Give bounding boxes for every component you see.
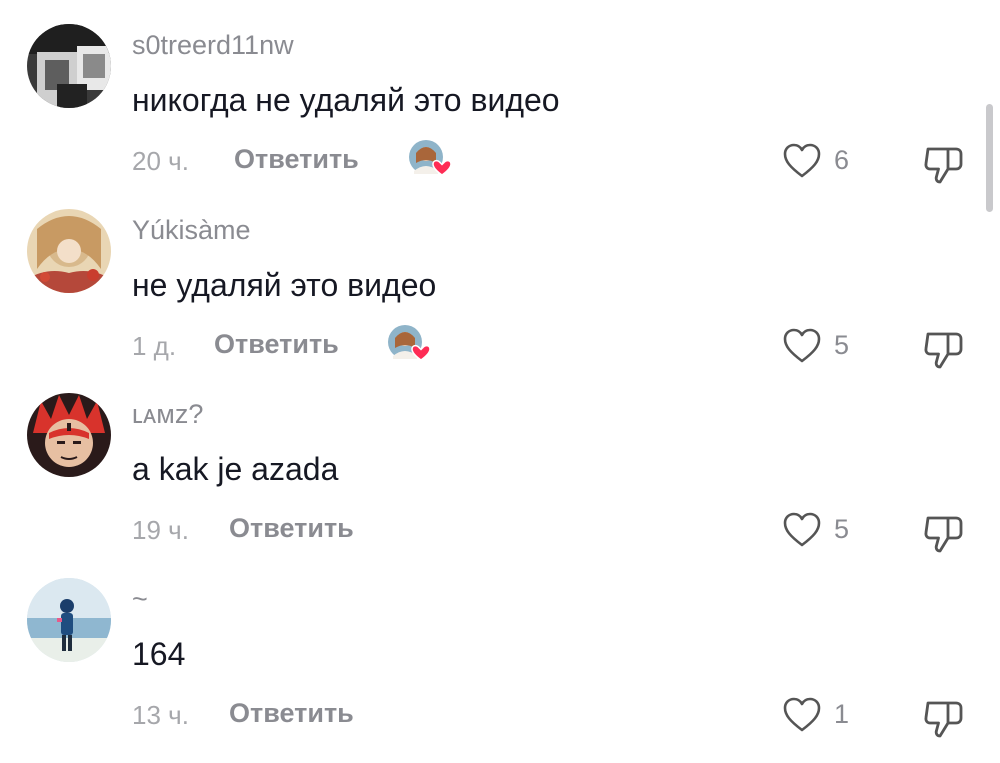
thumbs-down-icon[interactable] <box>920 141 966 187</box>
comment-item: ~ 164 13 ч. Ответить 1 <box>0 578 1000 763</box>
comment-username[interactable]: ʟᴀᴍᴢ? <box>132 399 203 430</box>
comment-text: a kak je azada <box>132 451 339 487</box>
heart-outline-icon[interactable] <box>782 696 822 734</box>
comment-timestamp: 20 ч. <box>132 146 189 176</box>
thumbs-down-icon[interactable] <box>920 510 966 556</box>
avatar[interactable] <box>27 209 111 293</box>
comment-text: не удаляй это видео <box>132 267 437 303</box>
comment-text: 164 <box>132 636 186 672</box>
like-count: 1 <box>834 699 850 729</box>
comment-item: Yúkisàme не удаляй это видео 1 д. Ответи… <box>0 209 1000 394</box>
comment-item: ʟᴀᴍᴢ? a kak je azada 19 ч. Ответить 5 <box>0 393 1000 578</box>
heart-outline-icon[interactable] <box>782 511 822 549</box>
comment-username[interactable]: s0treerd11nw <box>132 30 294 61</box>
creator-liked-badge <box>408 139 454 179</box>
thumbs-down-icon[interactable] <box>920 695 966 741</box>
scrollbar[interactable] <box>986 104 993 212</box>
reply-button[interactable]: Ответить <box>229 513 354 544</box>
heart-outline-icon[interactable] <box>782 327 822 365</box>
heart-outline-icon[interactable] <box>782 142 822 180</box>
avatar[interactable] <box>27 24 111 108</box>
avatar[interactable] <box>27 578 111 662</box>
reply-button[interactable]: Ответить <box>234 144 359 175</box>
comment-item: s0treerd11nw никогда не удаляй это видео… <box>0 24 1000 209</box>
avatar[interactable] <box>27 393 111 477</box>
creator-liked-badge <box>387 324 433 364</box>
like-count: 5 <box>834 330 850 360</box>
comment-username[interactable]: Yúkisàme <box>132 215 251 246</box>
comment-timestamp: 19 ч. <box>132 515 189 545</box>
like-count: 5 <box>834 514 850 544</box>
reply-button[interactable]: Ответить <box>229 698 354 729</box>
like-count: 6 <box>834 145 850 175</box>
comment-username[interactable]: ~ <box>132 584 148 615</box>
reply-button[interactable]: Ответить <box>214 329 339 360</box>
comment-timestamp: 1 д. <box>132 331 177 361</box>
thumbs-down-icon[interactable] <box>920 326 966 372</box>
comment-timestamp: 13 ч. <box>132 700 189 730</box>
comment-text: никогда не удаляй это видео <box>132 82 560 118</box>
